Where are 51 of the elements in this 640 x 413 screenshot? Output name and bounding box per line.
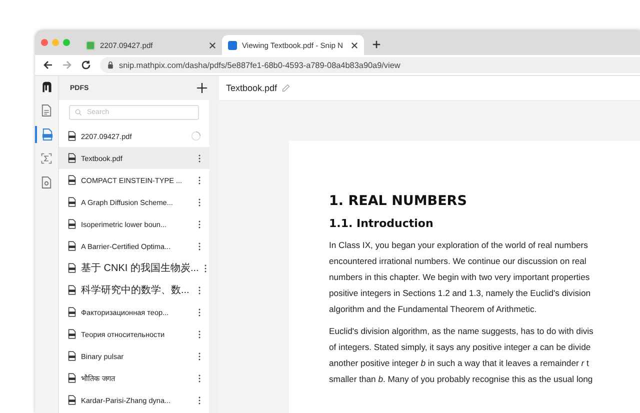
loading-spinner-icon (191, 131, 201, 141)
pdf-file-icon (68, 175, 76, 185)
favicon-icon (86, 40, 95, 50)
more-options-icon[interactable] (198, 330, 201, 338)
more-options-icon[interactable] (198, 198, 201, 206)
pdf-list-item[interactable]: 基于 CNKI 的我国生物炭... (59, 257, 209, 279)
more-options-icon[interactable] (198, 352, 201, 360)
app-logo-icon[interactable] (40, 81, 52, 93)
document-title: Textbook.pdf (226, 83, 278, 93)
pdf-file-icon (68, 219, 76, 229)
pdf-file-icon (68, 197, 76, 207)
more-options-icon[interactable] (198, 396, 201, 404)
pdf-file-icon (68, 307, 76, 317)
close-tab-icon[interactable] (351, 42, 358, 48)
add-icon[interactable] (197, 83, 207, 93)
chapter-heading: 1. REAL NUMBERS (329, 193, 468, 209)
address-bar[interactable]: snip.mathpix.com/dasha/pdfs/5e887fe1-68b0-4593-a789-08a4b83a90a9/view (100, 57, 640, 73)
close-tab-icon[interactable] (209, 42, 216, 48)
more-options-icon[interactable] (198, 286, 201, 294)
pdf-file-icon (68, 395, 76, 405)
body-paragraph: Euclid's division algorithm, as the name suggests, has to do with divis of integers. Stated simply, it says any positive integer a can be divide another positive integer b in such a way that it leaves a remainder r t smaller than b. Many of you probably recognise this as the usual long (329, 325, 594, 386)
more-options-icon[interactable] (198, 154, 201, 162)
pdf-file-icon (68, 285, 76, 295)
edit-icon[interactable] (282, 84, 290, 92)
more-options-icon[interactable] (198, 242, 201, 250)
reload-icon[interactable] (81, 60, 91, 70)
lock-icon (107, 61, 114, 69)
more-options-icon[interactable] (198, 220, 201, 228)
pdf-file-icon (68, 153, 76, 163)
more-options-icon[interactable] (204, 264, 207, 272)
sigma-icon (41, 152, 52, 165)
body-paragraph: In Class IX, you began your exploration of the world of real numbers encountered irrational numbers. We continue our discussion on real numbers in this chapter. We begin with two very important properties positive integers in Sections 1.2 and 1.3, namely the Euclid's division algorithm and the Fundamental Theorem of Arithmetic. (329, 239, 592, 316)
pdf-file-icon (68, 241, 76, 251)
document-search-icon (41, 176, 52, 189)
pdf-list-item[interactable]: 科学研究中的数学、数... (59, 279, 209, 301)
pdf-file-icon (68, 373, 76, 383)
more-options-icon[interactable] (198, 308, 201, 316)
pdf-file-icon (68, 263, 76, 273)
more-options-icon[interactable] (198, 176, 201, 184)
pdf-file-icon (68, 131, 76, 141)
section-heading: 1.1. Introduction (329, 217, 434, 230)
new-tab-icon[interactable] (372, 40, 381, 49)
back-arrow-icon[interactable] (43, 60, 53, 70)
pdf-file-icon (68, 329, 76, 339)
url-text: snip.mathpix.com/dasha/pdfs/5e887fe1-68b0-4593-a789-08a4b83a90a9/view (119, 60, 400, 70)
pdf-file-icon (68, 351, 76, 361)
pdf-file-icon (42, 128, 53, 141)
more-options-icon[interactable] (198, 374, 201, 382)
search-icon (75, 109, 82, 116)
document-icon (41, 104, 52, 117)
favicon-icon (228, 40, 237, 50)
